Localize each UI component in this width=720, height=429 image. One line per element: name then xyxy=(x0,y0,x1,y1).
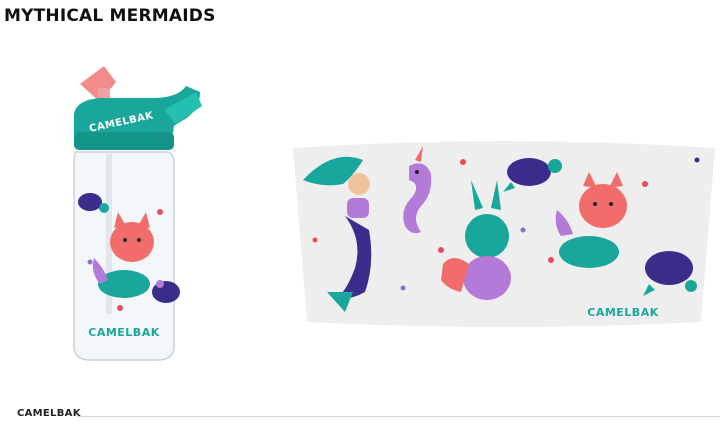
bottle-brand: CAMELBAK xyxy=(88,326,159,339)
wrap-brand: CAMELBAK xyxy=(587,306,658,319)
bottle-image: CAMELBAK CAMELBAK xyxy=(73,66,202,361)
wrap-pattern-image: CAMELBAK xyxy=(293,141,715,327)
page-title: MYTHICAL MERMAIDS xyxy=(4,6,216,26)
footer-logo: CAMELBAK xyxy=(17,408,81,419)
footer-divider xyxy=(77,416,720,417)
